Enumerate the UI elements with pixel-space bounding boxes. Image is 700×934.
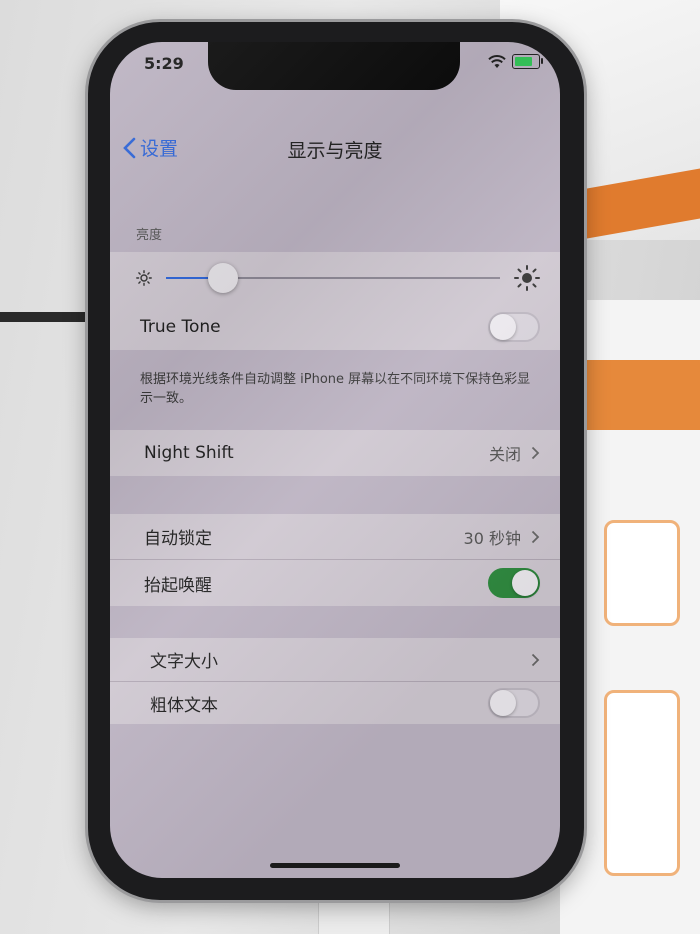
sun-large-icon (514, 265, 540, 291)
page-title: 显示与亮度 (287, 140, 383, 162)
text-size-label: 文字大小 (150, 652, 218, 672)
night-shift-row[interactable]: Night Shift 关闭 (110, 430, 560, 476)
background-shelf (0, 312, 100, 322)
bold-text-row: 粗体文本 (110, 682, 560, 724)
sun-small-icon (136, 270, 152, 286)
bold-text-label: 粗体文本 (150, 695, 218, 716)
night-shift-group: Night Shift 关闭 (110, 430, 560, 476)
screen: 5:29 设置 显示与亮度 亮度 True Tone 根据环境光线条件自动调整 … (110, 42, 560, 878)
text-group: 文字大小 粗体文本 (110, 638, 560, 724)
navigation-bar: 设置 显示与亮度 (110, 122, 560, 172)
status-icons (488, 54, 543, 69)
bold-text-toggle[interactable] (488, 688, 540, 718)
auto-lock-label: 自动锁定 (144, 529, 212, 549)
battery-icon (512, 54, 543, 69)
brightness-slider-knob[interactable] (207, 263, 238, 293)
brightness-section-label: 亮度 (136, 228, 163, 243)
brightness-slider-row (110, 252, 560, 304)
wifi-icon (488, 54, 506, 68)
iphone-device: 5:29 设置 显示与亮度 亮度 True Tone 根据环境光线条件自动调整 … (88, 22, 584, 900)
home-indicator[interactable] (270, 863, 400, 868)
background-label-box (604, 520, 680, 626)
background-label-box (604, 690, 680, 876)
auto-lock-row[interactable]: 自动锁定 30 秒钟 (110, 514, 560, 560)
raise-to-wake-label: 抬起唤醒 (144, 575, 212, 596)
toggle-thumb (490, 690, 516, 716)
chevron-right-icon (531, 653, 540, 666)
background-promo-banner (580, 360, 700, 430)
notch (208, 42, 460, 90)
true-tone-footnote: 根据环境光线条件自动调整 iPhone 屏幕以在不同环境下保持色彩显示一致。 (140, 372, 531, 406)
brightness-group: True Tone (110, 252, 560, 350)
raise-to-wake-row: 抬起唤醒 (110, 560, 560, 606)
raise-to-wake-toggle[interactable] (488, 568, 540, 598)
auto-lock-value: 30 秒钟 (463, 528, 521, 548)
chevron-right-icon (531, 446, 540, 460)
true-tone-toggle[interactable] (488, 312, 540, 342)
night-shift-value: 关闭 (488, 445, 521, 464)
true-tone-label: True Tone (140, 317, 221, 337)
toggle-thumb (512, 570, 538, 596)
brightness-slider[interactable] (166, 263, 500, 293)
true-tone-row: True Tone (110, 304, 560, 350)
lock-group: 自动锁定 30 秒钟 抬起唤醒 (110, 514, 560, 606)
night-shift-label: Night Shift (144, 443, 234, 463)
chevron-right-icon (531, 530, 540, 543)
status-time: 5:29 (144, 54, 184, 73)
text-size-row[interactable]: 文字大小 (110, 638, 560, 682)
toggle-thumb (490, 314, 516, 340)
